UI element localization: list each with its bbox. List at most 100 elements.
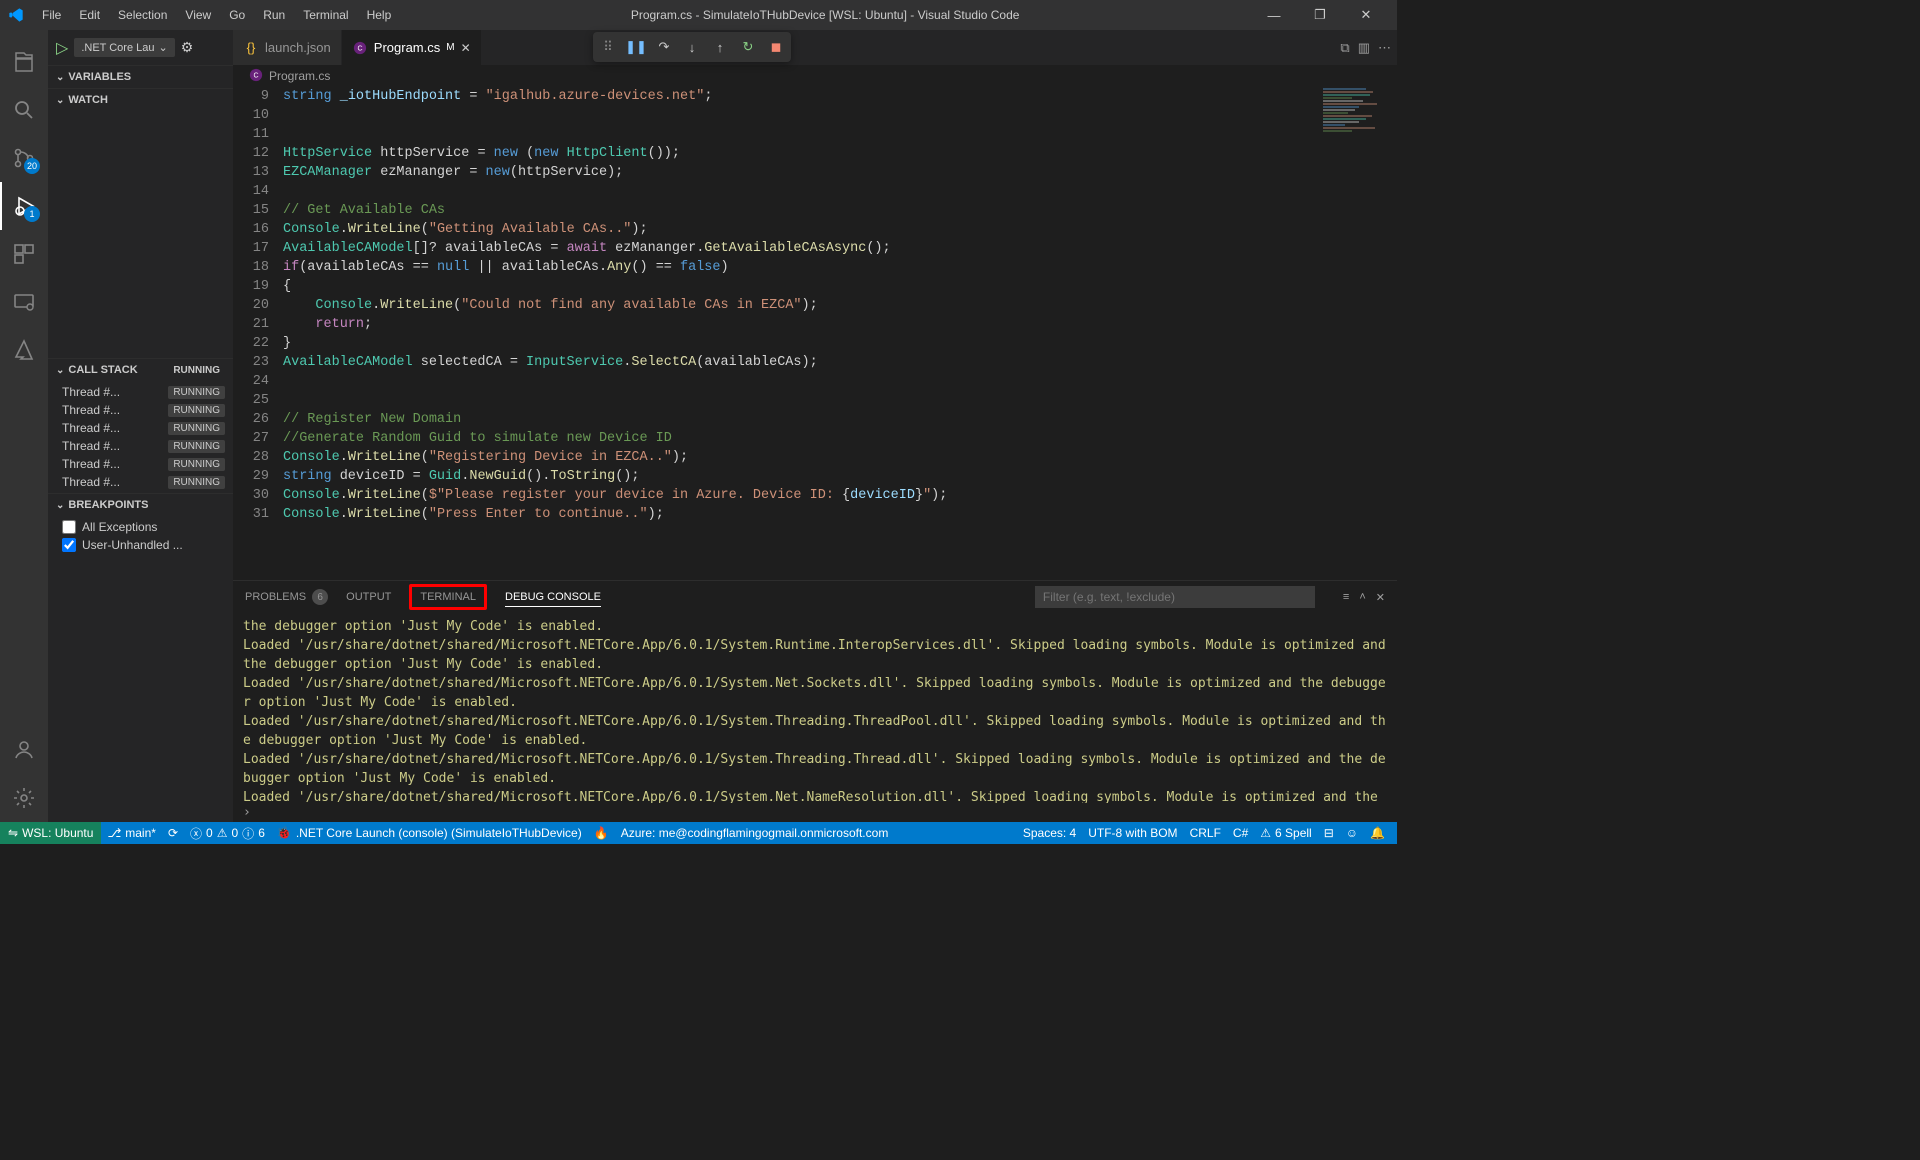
maximize-button[interactable]: ❐: [1297, 0, 1343, 30]
live-share[interactable]: 🔥: [588, 822, 615, 844]
editor-area: {} launch.json C Program.cs M ✕ ⠿ ❚❚ ↷ ↓…: [233, 30, 1397, 822]
menu-run[interactable]: Run: [255, 4, 293, 26]
activity-account[interactable]: [0, 726, 48, 774]
code-content[interactable]: string _iotHubEndpoint = "igalhub.azure-…: [283, 87, 1317, 580]
menu-terminal[interactable]: Terminal: [295, 4, 356, 26]
svg-text:C: C: [253, 72, 258, 79]
menu-selection[interactable]: Selection: [110, 4, 175, 26]
notifications-icon[interactable]: 🔔: [1364, 822, 1391, 844]
debug-console-input[interactable]: ›: [233, 803, 1397, 822]
breakpoint-row[interactable]: User-Unhandled ...: [48, 536, 233, 554]
problems-count: 6: [312, 589, 328, 605]
split-editor-icon[interactable]: ▥: [1358, 40, 1370, 56]
warning-icon: ⚠: [217, 826, 228, 840]
menu-edit[interactable]: Edit: [71, 4, 108, 26]
step-out-icon[interactable]: ↑: [711, 38, 729, 56]
activity-remote[interactable]: [0, 278, 48, 326]
close-tab-icon[interactable]: ✕: [461, 41, 471, 55]
svg-text:C: C: [357, 45, 362, 52]
drag-handle-icon[interactable]: ⠿: [599, 38, 617, 56]
remote-icon: ⇋: [8, 826, 18, 840]
restart-icon[interactable]: ↻: [739, 38, 757, 56]
thread-row[interactable]: Thread #...RUNNING: [48, 401, 233, 419]
panel-tab-output[interactable]: OUTPUT: [346, 591, 391, 603]
breakpoints-section[interactable]: ⌄ BREAKPOINTS: [48, 494, 233, 516]
expand-icon[interactable]: ˄: [1359, 591, 1365, 604]
tab-program-cs[interactable]: C Program.cs M ✕: [342, 30, 482, 65]
activity-azure[interactable]: [0, 326, 48, 374]
window-title: Program.cs - SimulateIoTHubDevice [WSL: …: [399, 8, 1251, 22]
debug-toolbar[interactable]: ⠿ ❚❚ ↷ ↓ ↑ ↻ ◼: [593, 32, 791, 62]
panel-tab-debug-console[interactable]: DEBUG CONSOLE: [505, 591, 601, 607]
breakpoint-checkbox[interactable]: [62, 538, 76, 552]
activity-search[interactable]: [0, 86, 48, 134]
editor-tabs: {} launch.json C Program.cs M ✕ ⠿ ❚❚ ↷ ↓…: [233, 30, 1397, 65]
git-sync[interactable]: ⟳: [162, 822, 184, 844]
compare-icon[interactable]: ⧉: [1340, 40, 1349, 56]
titlebar: File Edit Selection View Go Run Terminal…: [0, 0, 1397, 30]
thread-row[interactable]: Thread #...RUNNING: [48, 419, 233, 437]
callstack-section[interactable]: ⌄ CALL STACK RUNNING: [48, 359, 233, 381]
breadcrumb[interactable]: C Program.cs: [233, 65, 1397, 87]
minimap[interactable]: [1317, 87, 1397, 580]
menu-file[interactable]: File: [34, 4, 69, 26]
step-over-icon[interactable]: ↷: [655, 38, 673, 56]
activity-settings[interactable]: [0, 774, 48, 822]
debug-launch-status[interactable]: 🐞 .NET Core Launch (console) (SimulateIo…: [271, 822, 588, 844]
statusbar: ⇋ WSL: Ubuntu ⎇ main* ⟳ ⓧ0 ⚠0 ⓘ6 🐞 .NET …: [0, 822, 1397, 844]
start-debug-icon[interactable]: ▷: [56, 38, 68, 58]
debug-console-output[interactable]: the debugger option 'Just My Code' is en…: [233, 613, 1397, 803]
stop-icon[interactable]: ◼: [767, 38, 785, 56]
modified-indicator: M: [446, 42, 454, 53]
close-panel-icon[interactable]: ✕: [1376, 591, 1385, 604]
pause-icon[interactable]: ❚❚: [627, 38, 645, 56]
menu-go[interactable]: Go: [221, 4, 253, 26]
chevron-down-icon: ⌄: [56, 500, 64, 511]
variables-section[interactable]: ⌄ VARIABLES: [48, 66, 233, 88]
feedback-icon[interactable]: ☺: [1340, 822, 1364, 844]
azure-account[interactable]: Azure: me@codingflamingogmail.onmicrosof…: [615, 822, 895, 844]
thread-row[interactable]: Thread #...RUNNING: [48, 437, 233, 455]
encoding-status[interactable]: UTF-8 with BOM: [1082, 822, 1183, 844]
remote-indicator[interactable]: ⇋ WSL: Ubuntu: [0, 822, 101, 844]
debug-config-select[interactable]: .NET Core Lau⌄: [74, 38, 174, 57]
panel-tab-problems[interactable]: PROBLEMS 6: [245, 589, 328, 605]
activity-extensions[interactable]: [0, 230, 48, 278]
code-editor[interactable]: 9101112131415161718192021222324252627282…: [233, 87, 1397, 580]
filter-input[interactable]: [1035, 586, 1315, 608]
problems-status[interactable]: ⓧ0 ⚠0 ⓘ6: [184, 822, 271, 844]
tab-launch-json[interactable]: {} launch.json: [233, 30, 342, 65]
status-icon-1[interactable]: ⊟: [1318, 822, 1340, 844]
chevron-down-icon: ⌄: [56, 95, 64, 106]
indent-status[interactable]: Spaces: 4: [1017, 822, 1082, 844]
error-icon: ⓧ: [190, 825, 202, 842]
activity-debug[interactable]: 1: [0, 182, 48, 230]
panel-tab-terminal[interactable]: TERMINAL: [409, 584, 487, 610]
thread-row[interactable]: Thread #...RUNNING: [48, 383, 233, 401]
minimize-button[interactable]: —: [1251, 0, 1297, 30]
chevron-down-icon: ⌄: [56, 365, 64, 376]
scm-badge: 20: [24, 158, 40, 174]
branch-icon: ⎇: [107, 826, 121, 840]
step-into-icon[interactable]: ↓: [683, 38, 701, 56]
menu-view[interactable]: View: [177, 4, 219, 26]
clear-icon[interactable]: ≡: [1343, 591, 1349, 604]
breakpoint-row[interactable]: All Exceptions: [48, 518, 233, 536]
activity-explorer[interactable]: [0, 38, 48, 86]
thread-row[interactable]: Thread #...RUNNING: [48, 455, 233, 473]
eol-status[interactable]: CRLF: [1184, 822, 1227, 844]
watch-section[interactable]: ⌄ WATCH: [48, 89, 233, 111]
gear-icon[interactable]: ⚙: [181, 39, 194, 56]
debug-sidebar: ▷ .NET Core Lau⌄ ⚙ ⌄ VARIABLES ⌄ WATCH ⌄…: [48, 30, 233, 822]
menu-help[interactable]: Help: [359, 4, 400, 26]
callstack-running: RUNNING: [168, 364, 225, 377]
breakpoint-checkbox[interactable]: [62, 520, 76, 534]
chevron-down-icon: ⌄: [56, 72, 64, 83]
thread-row[interactable]: Thread #...RUNNING: [48, 473, 233, 491]
spell-status[interactable]: ⚠ 6 Spell: [1254, 822, 1317, 844]
git-branch[interactable]: ⎇ main*: [101, 822, 162, 844]
language-status[interactable]: C#: [1227, 822, 1254, 844]
more-icon[interactable]: ⋯: [1378, 40, 1391, 56]
activity-scm[interactable]: 20: [0, 134, 48, 182]
close-button[interactable]: ✕: [1343, 0, 1389, 30]
